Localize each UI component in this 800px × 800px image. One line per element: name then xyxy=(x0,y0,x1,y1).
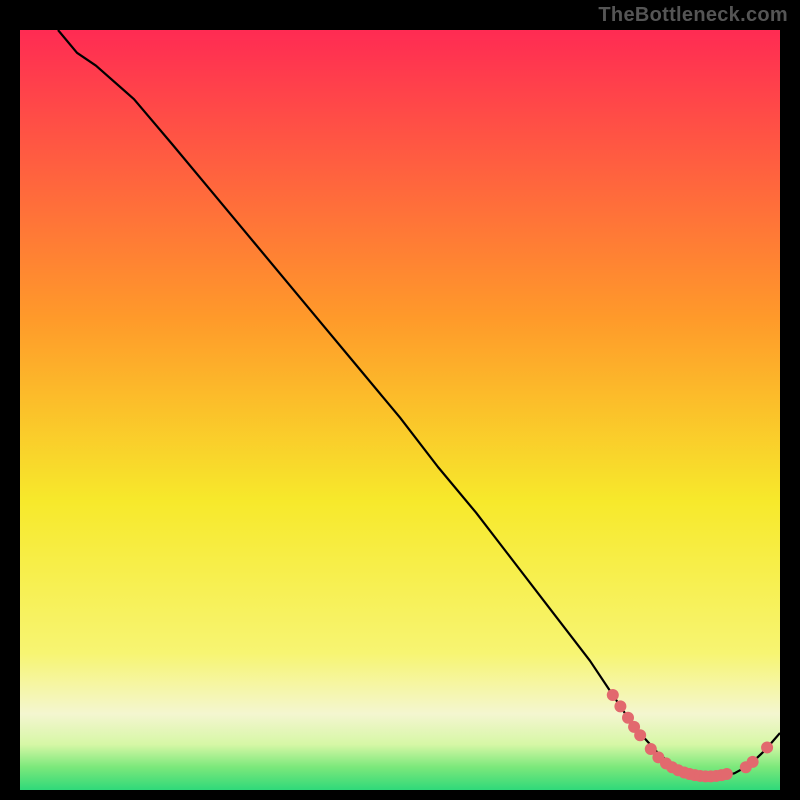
highlight-dot xyxy=(607,689,619,701)
plot-svg xyxy=(20,30,780,790)
chart-stage: TheBottleneck.com xyxy=(0,0,800,800)
gradient-background xyxy=(20,30,780,790)
highlight-dot xyxy=(761,741,773,753)
highlight-dot xyxy=(721,768,733,780)
highlight-dot xyxy=(614,700,626,712)
watermark-text: TheBottleneck.com xyxy=(598,4,788,27)
highlight-dot xyxy=(747,756,759,768)
plot-area xyxy=(20,30,780,790)
highlight-dot xyxy=(634,729,646,741)
